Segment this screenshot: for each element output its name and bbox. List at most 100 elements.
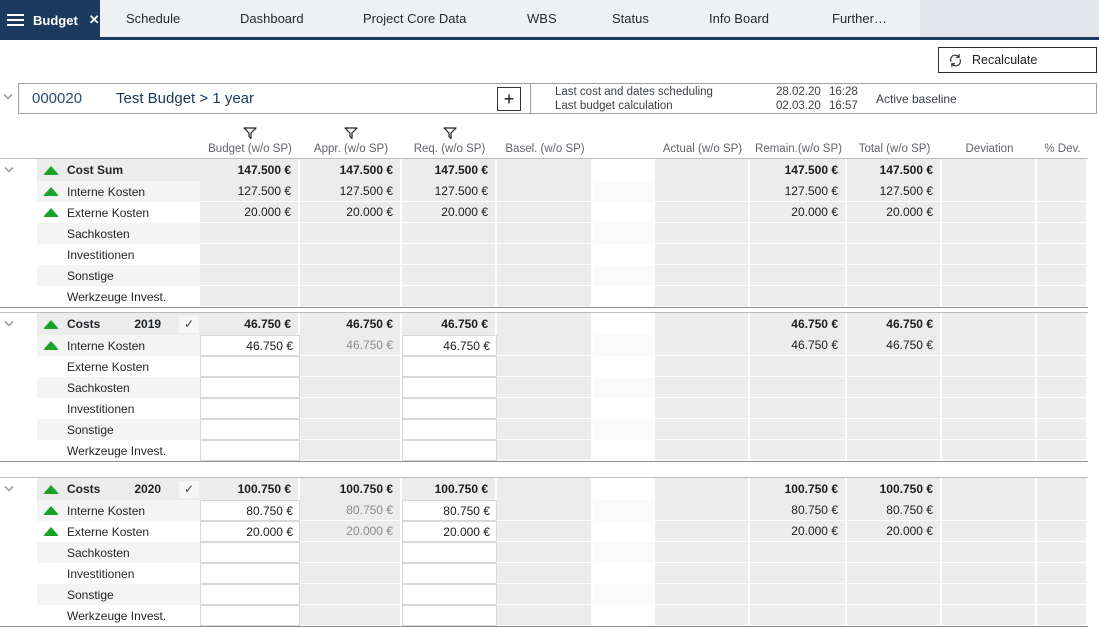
row-label-cell: Investitionen: [37, 244, 200, 265]
project-code[interactable]: 000020: [32, 84, 82, 113]
column-header-remain[interactable]: Remain.(w/o SP): [750, 125, 847, 157]
row-label: Externe Kosten: [67, 525, 149, 539]
column-header-total[interactable]: Total (w/o SP): [847, 125, 942, 157]
cell-req[interactable]: 20.000 €: [402, 521, 497, 542]
cell-req[interactable]: [402, 563, 497, 584]
cell-req[interactable]: [402, 356, 497, 377]
group-checkmark[interactable]: ✓: [179, 316, 199, 333]
filter-icon[interactable]: [443, 127, 457, 143]
cell-budget[interactable]: 46.750 €: [200, 335, 300, 356]
cell-req[interactable]: [402, 398, 497, 419]
group-collapse-chevron-icon[interactable]: [3, 315, 15, 333]
cost-row-interne-kosten[interactable]: Interne Kosten127.500 €127.500 €127.500 …: [0, 181, 1088, 202]
cost-row-externe-kosten[interactable]: Externe Kosten20.000 €20.000 €20.000 €20…: [0, 521, 1088, 542]
cell-basel: [497, 286, 593, 307]
tab-budget-active[interactable]: Budget ✕: [0, 0, 100, 40]
cost-row-sonstige[interactable]: Sonstige: [0, 584, 1088, 605]
cell-total: [847, 223, 942, 244]
tab-dashboard[interactable]: Dashboard: [240, 0, 304, 37]
column-header-row: Budget (w/o SP)Appr. (w/o SP)Req. (w/o S…: [0, 125, 1088, 157]
group-header-row[interactable]: Costs2019✓46.750 €46.750 €46.750 €46.750…: [0, 313, 1088, 335]
cell-budget[interactable]: 80.750 €: [200, 500, 300, 521]
cell-budget[interactable]: [200, 440, 300, 461]
add-project-button[interactable]: +: [497, 87, 521, 111]
group-collapse-chevron-icon[interactable]: [3, 480, 15, 498]
cost-row-sonstige[interactable]: Sonstige: [0, 265, 1088, 286]
cell-req[interactable]: [402, 440, 497, 461]
cell-total: [847, 542, 942, 563]
cell-budget[interactable]: 20.000 €: [200, 521, 300, 542]
group-label: Cost Sum: [67, 163, 123, 177]
cell-budget[interactable]: [200, 605, 300, 626]
cost-row-sonstige[interactable]: Sonstige: [0, 419, 1088, 440]
group-value-deviation: [942, 313, 1037, 335]
cell-total: 80.750 €: [847, 500, 942, 521]
group-collapse-chevron-icon[interactable]: [3, 161, 15, 179]
cost-row-interne-kosten[interactable]: Interne Kosten46.750 €46.750 €46.750 €46…: [0, 335, 1088, 356]
tab-further[interactable]: Further…: [832, 0, 887, 37]
cell-req[interactable]: [402, 542, 497, 563]
cell-basel: [497, 335, 593, 356]
cost-row-interne-kosten[interactable]: Interne Kosten80.750 €80.750 €80.750 €80…: [0, 500, 1088, 521]
project-title[interactable]: Test Budget > 1 year: [116, 84, 254, 113]
cell-req[interactable]: 46.750 €: [402, 335, 497, 356]
cell-budget[interactable]: [200, 419, 300, 440]
cost-row-werkzeuge-invest[interactable]: Werkzeuge Invest.: [0, 286, 1088, 307]
cost-row-investitionen[interactable]: Investitionen: [0, 398, 1088, 419]
cell-req[interactable]: [402, 419, 497, 440]
group-header-row[interactable]: Cost Sum147.500 €147.500 €147.500 €147.5…: [0, 159, 1088, 181]
cell-budget[interactable]: [200, 563, 300, 584]
cell-pdev: [1037, 521, 1088, 542]
filter-icon[interactable]: [344, 127, 358, 143]
cost-row-investitionen[interactable]: Investitionen: [0, 244, 1088, 265]
column-header-basel[interactable]: Basel. (w/o SP): [497, 125, 593, 157]
column-header-req[interactable]: Req. (w/o SP): [402, 125, 497, 157]
tab-project-core-data[interactable]: Project Core Data: [363, 0, 466, 37]
column-header-actual[interactable]: Actual (w/o SP): [655, 125, 750, 157]
project-collapse-chevron-icon[interactable]: [2, 93, 14, 101]
cell-budget[interactable]: [200, 377, 300, 398]
filter-icon[interactable]: [243, 127, 257, 143]
close-tab-icon[interactable]: ✕: [89, 12, 100, 28]
tab-info-board[interactable]: Info Board: [709, 0, 769, 37]
column-header-pdev[interactable]: % Dev.: [1037, 125, 1088, 157]
group-value-total: 147.500 €: [847, 159, 942, 181]
cell-req[interactable]: 80.750 €: [402, 500, 497, 521]
cell-budget[interactable]: [200, 356, 300, 377]
tab-status[interactable]: Status: [612, 0, 649, 37]
column-header-appr[interactable]: Appr. (w/o SP): [300, 125, 402, 157]
cost-row-sachkosten[interactable]: Sachkosten: [0, 377, 1088, 398]
cell-remain: [750, 377, 847, 398]
cost-row-externe-kosten[interactable]: Externe Kosten20.000 €20.000 €20.000 €20…: [0, 202, 1088, 223]
cost-row-werkzeuge-invest[interactable]: Werkzeuge Invest.: [0, 440, 1088, 461]
cost-row-werkzeuge-invest[interactable]: Werkzeuge Invest.: [0, 605, 1088, 626]
group-checkmark[interactable]: ✓: [179, 481, 199, 498]
group-value-remain: 100.750 €: [750, 478, 847, 500]
tab-schedule[interactable]: Schedule: [126, 0, 180, 37]
cell-total: [847, 563, 942, 584]
row-left-margin: [0, 244, 37, 265]
group-value-deviation: [942, 478, 1037, 500]
column-header-deviation[interactable]: Deviation: [942, 125, 1037, 157]
group-header-row[interactable]: Costs2020✓100.750 €100.750 €100.750 €100…: [0, 478, 1088, 500]
cell-total: [847, 419, 942, 440]
cost-row-sachkosten[interactable]: Sachkosten: [0, 223, 1088, 244]
cost-row-externe-kosten[interactable]: Externe Kosten: [0, 356, 1088, 377]
cell-req[interactable]: [402, 584, 497, 605]
cell-actual: [655, 521, 750, 542]
cell-budget[interactable]: [200, 398, 300, 419]
table-gap: [593, 500, 655, 521]
group-value-basel: [497, 313, 593, 335]
row-label-cell: Externe Kosten: [37, 521, 200, 542]
recalculate-button[interactable]: Recalculate: [938, 47, 1097, 73]
cell-req[interactable]: [402, 377, 497, 398]
cell-total: 127.500 €: [847, 181, 942, 202]
cell-budget[interactable]: [200, 584, 300, 605]
cost-row-sachkosten[interactable]: Sachkosten: [0, 542, 1088, 563]
cell-req[interactable]: [402, 605, 497, 626]
hamburger-menu-icon[interactable]: [7, 14, 24, 26]
cell-budget[interactable]: [200, 542, 300, 563]
column-header-budget[interactable]: Budget (w/o SP): [200, 125, 300, 157]
cost-row-investitionen[interactable]: Investitionen: [0, 563, 1088, 584]
tab-wbs[interactable]: WBS: [527, 0, 557, 37]
